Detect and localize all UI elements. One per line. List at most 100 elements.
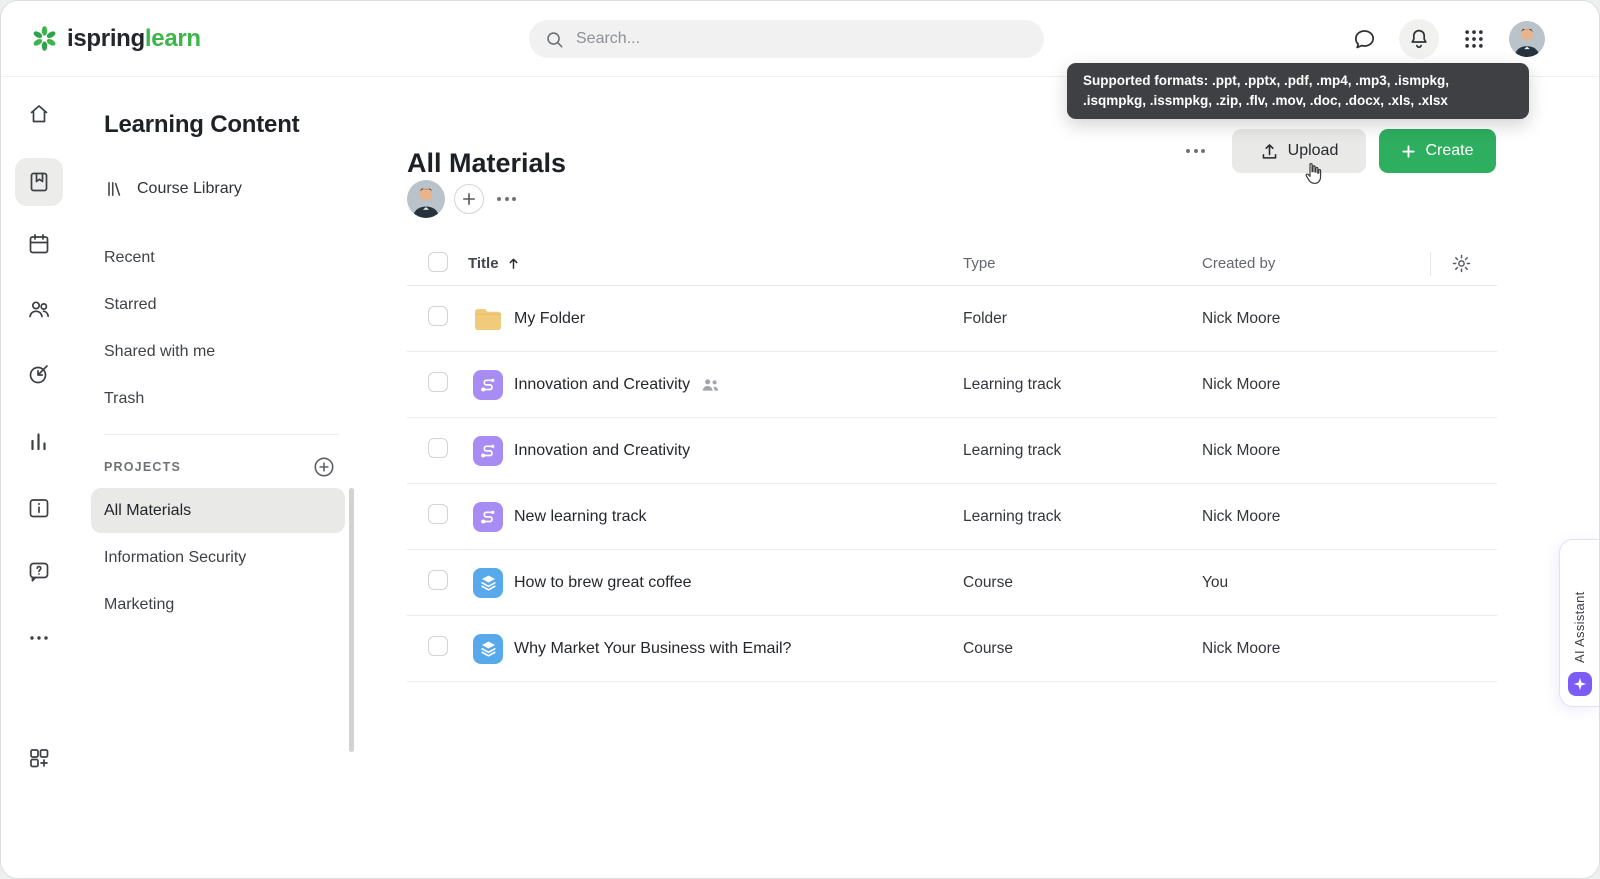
widgets-icon[interactable] bbox=[15, 734, 63, 782]
table-row[interactable]: Innovation and Creativity Learning track… bbox=[407, 352, 1497, 418]
bell-icon[interactable] bbox=[1399, 19, 1439, 59]
row-checkbox[interactable] bbox=[428, 504, 448, 524]
item-created-by: Nick Moore bbox=[1202, 442, 1497, 460]
tooltip-line-2: .isqmpkg, .issmpkg, .zip, .flv, .mov, .d… bbox=[1083, 91, 1513, 111]
ispring-learn-logo[interactable]: ispringlearn bbox=[31, 25, 201, 53]
item-created-by: Nick Moore bbox=[1202, 376, 1497, 394]
sort-asc-icon bbox=[507, 257, 520, 270]
row-checkbox[interactable] bbox=[428, 636, 448, 656]
sidebar-item-starred[interactable]: Starred bbox=[77, 281, 361, 328]
owners-row bbox=[407, 179, 520, 219]
calendar-icon[interactable] bbox=[15, 220, 63, 268]
item-title[interactable]: Why Market Your Business with Email? bbox=[514, 640, 791, 658]
projects-header: PROJECTS bbox=[104, 453, 335, 481]
project-item[interactable]: Marketing bbox=[91, 582, 345, 627]
sidebar: Learning Content Course Library Recent S… bbox=[77, 77, 361, 878]
ispring-logo-icon bbox=[31, 25, 58, 52]
main-content: All Materials U bbox=[361, 77, 1599, 878]
item-type: Course bbox=[963, 640, 1202, 658]
ai-assistant-tab[interactable]: AI Assistant bbox=[1559, 539, 1599, 707]
home-icon[interactable] bbox=[15, 90, 63, 138]
add-owner-button[interactable] bbox=[454, 184, 484, 214]
create-button[interactable]: Create bbox=[1379, 129, 1496, 173]
create-label: Create bbox=[1425, 142, 1473, 160]
table-body: My Folder Folder Nick Moore Innovation a… bbox=[407, 286, 1497, 682]
sidebar-nav: Recent Starred Shared with me Trash bbox=[77, 234, 361, 422]
row-checkbox[interactable] bbox=[428, 438, 448, 458]
tooltip-line-1: Supported formats: .ppt, .pptx, .pdf, .m… bbox=[1083, 71, 1513, 91]
select-all-checkbox[interactable] bbox=[428, 252, 448, 272]
app-window: ispringlearn bbox=[0, 0, 1600, 879]
apps-grid-icon[interactable] bbox=[1454, 19, 1494, 59]
item-created-by: You bbox=[1202, 574, 1497, 592]
table-row[interactable]: Why Market Your Business with Email? Cou… bbox=[407, 616, 1497, 682]
row-checkbox[interactable] bbox=[428, 570, 448, 590]
projects-list: All Materials Information Security Marke… bbox=[91, 488, 345, 629]
ai-sparkle-icon bbox=[1568, 672, 1592, 696]
sidebar-item-course-library[interactable]: Course Library bbox=[104, 171, 242, 207]
project-item[interactable]: Information Security bbox=[91, 535, 345, 580]
global-search[interactable] bbox=[529, 20, 1044, 58]
owners-more-icon[interactable] bbox=[493, 191, 520, 207]
owner-avatar[interactable] bbox=[407, 180, 445, 218]
item-created-by: Nick Moore bbox=[1202, 310, 1497, 328]
item-title[interactable]: My Folder bbox=[514, 310, 585, 328]
course-icon bbox=[473, 634, 503, 664]
search-input[interactable] bbox=[574, 29, 1028, 49]
item-type: Learning track bbox=[963, 376, 1202, 394]
table-row[interactable]: Innovation and Creativity Learning track… bbox=[407, 418, 1497, 484]
materials-table: Title Type Created by bbox=[407, 242, 1497, 682]
sidebar-scrollbar[interactable] bbox=[349, 488, 354, 752]
item-title[interactable]: New learning track bbox=[514, 508, 647, 526]
page-title: All Materials bbox=[407, 148, 566, 179]
column-type[interactable]: Type bbox=[963, 255, 1202, 272]
learning-content-icon[interactable] bbox=[15, 158, 63, 206]
add-project-icon[interactable] bbox=[313, 456, 335, 478]
learning-track-icon bbox=[473, 370, 503, 400]
item-title[interactable]: Innovation and Creativity bbox=[514, 442, 690, 460]
sidebar-item-trash[interactable]: Trash bbox=[77, 375, 361, 422]
table-row[interactable]: New learning track Learning track Nick M… bbox=[407, 484, 1497, 550]
page-more-icon[interactable] bbox=[1182, 143, 1209, 159]
project-item[interactable]: All Materials bbox=[91, 488, 345, 533]
help-icon[interactable] bbox=[15, 548, 63, 596]
table-settings-icon[interactable] bbox=[1451, 253, 1472, 274]
item-title[interactable]: Innovation and Creativity bbox=[514, 376, 690, 394]
sidebar-title: Learning Content bbox=[104, 111, 299, 139]
sidebar-divider bbox=[104, 434, 339, 435]
course-library-label: Course Library bbox=[137, 180, 242, 198]
row-checkbox[interactable] bbox=[428, 306, 448, 326]
users-icon[interactable] bbox=[15, 285, 63, 333]
chat-icon[interactable] bbox=[1344, 19, 1384, 59]
info-calendar-icon[interactable] bbox=[15, 484, 63, 532]
search-icon bbox=[545, 30, 564, 49]
ai-assistant-label: AI Assistant bbox=[1572, 554, 1587, 663]
course-library-icon bbox=[104, 179, 124, 199]
item-created-by: Nick Moore bbox=[1202, 508, 1497, 526]
reports-icon[interactable] bbox=[15, 417, 63, 465]
sidebar-item-recent[interactable]: Recent bbox=[77, 234, 361, 281]
page-actions: Upload Create bbox=[1182, 129, 1496, 173]
more-icon[interactable] bbox=[15, 614, 63, 662]
item-type: Learning track bbox=[963, 508, 1202, 526]
upload-button[interactable]: Upload bbox=[1232, 129, 1366, 173]
table-row[interactable]: How to brew great coffee Course You bbox=[407, 550, 1497, 616]
shared-users-icon bbox=[701, 377, 720, 393]
course-icon bbox=[473, 568, 503, 598]
user-avatar[interactable] bbox=[1509, 21, 1545, 57]
upload-icon bbox=[1260, 142, 1279, 161]
row-checkbox[interactable] bbox=[428, 372, 448, 392]
item-type: Folder bbox=[963, 310, 1202, 328]
brand-wordmark: ispringlearn bbox=[67, 25, 201, 53]
table-row[interactable]: My Folder Folder Nick Moore bbox=[407, 286, 1497, 352]
item-type: Learning track bbox=[963, 442, 1202, 460]
supported-formats-tooltip: Supported formats: .ppt, .pptx, .pdf, .m… bbox=[1067, 63, 1529, 119]
item-title[interactable]: How to brew great coffee bbox=[514, 574, 692, 592]
sidebar-item-shared-with-me[interactable]: Shared with me bbox=[77, 328, 361, 375]
plus-icon bbox=[1401, 144, 1416, 159]
goal-icon[interactable] bbox=[15, 350, 63, 398]
column-title[interactable]: Title bbox=[468, 255, 963, 272]
item-type: Course bbox=[963, 574, 1202, 592]
upload-label: Upload bbox=[1288, 142, 1339, 160]
learning-track-icon bbox=[473, 436, 503, 466]
